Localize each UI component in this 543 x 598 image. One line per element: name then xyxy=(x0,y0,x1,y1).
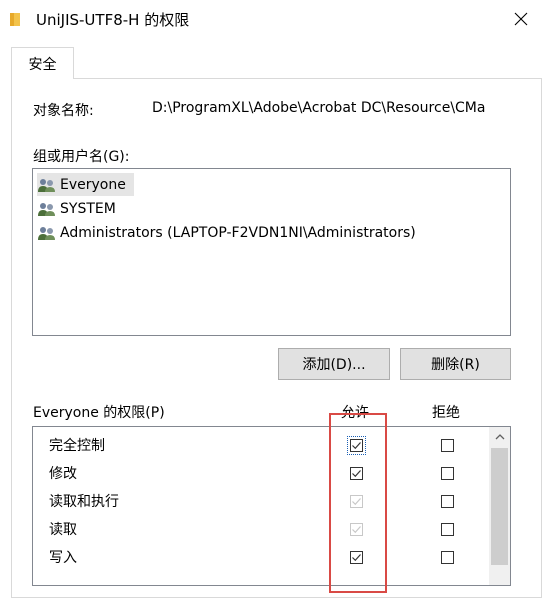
user-item-administrators[interactable]: Administrators (LAPTOP-F2VDN1NI\Administ… xyxy=(37,221,424,244)
folder-icon xyxy=(10,11,24,27)
permission-row-read: 读取 xyxy=(33,515,491,543)
group-list-label: 组或用户名(G): xyxy=(33,149,130,165)
permissions-label: Everyone 的权限(P) xyxy=(33,405,165,421)
remove-button[interactable]: 删除(R) xyxy=(400,348,511,380)
scroll-down-button[interactable] xyxy=(489,565,510,578)
users-icon xyxy=(38,178,55,192)
check-icon xyxy=(352,442,361,450)
object-path-value: D:\ProgramXL\Adobe\Acrobat DC\Resource\C… xyxy=(152,100,486,116)
permission-row-write: 写入 xyxy=(33,543,491,571)
add-button[interactable]: 添加(D)... xyxy=(278,348,390,380)
check-icon xyxy=(352,554,361,562)
permission-row-modify: 修改 xyxy=(33,459,491,487)
user-item-label: Everyone xyxy=(60,176,126,193)
object-name-label: 对象名称: xyxy=(33,103,94,119)
allow-read-execute-checkbox xyxy=(350,495,363,508)
permission-name: 修改 xyxy=(49,466,77,482)
allow-column-header: 允许 xyxy=(341,405,369,421)
close-icon xyxy=(514,12,528,26)
user-item-system[interactable]: SYSTEM xyxy=(37,197,124,220)
user-item-everyone[interactable]: Everyone xyxy=(37,173,134,196)
check-icon xyxy=(352,470,361,478)
check-icon xyxy=(352,526,361,534)
deny-write-checkbox[interactable] xyxy=(441,551,454,564)
deny-column-header: 拒绝 xyxy=(432,405,460,421)
permissions-list: 完全控制 修改 读取和执行 读取 写入 xyxy=(32,426,511,586)
permission-row-read-execute: 读取和执行 xyxy=(33,487,491,515)
close-button[interactable] xyxy=(503,4,539,34)
allow-write-checkbox[interactable] xyxy=(350,551,363,564)
deny-modify-checkbox[interactable] xyxy=(441,467,454,480)
allow-read-checkbox xyxy=(350,523,363,536)
allow-full-control-checkbox[interactable] xyxy=(347,436,366,455)
deny-read-execute-checkbox[interactable] xyxy=(441,495,454,508)
allow-modify-checkbox[interactable] xyxy=(350,467,363,480)
user-item-label: SYSTEM xyxy=(60,200,116,217)
deny-read-checkbox[interactable] xyxy=(441,523,454,536)
user-item-label: Administrators (LAPTOP-F2VDN1NI\Administ… xyxy=(60,224,416,241)
scroll-thumb[interactable] xyxy=(491,448,508,565)
users-icon xyxy=(38,202,55,216)
scroll-up-button[interactable] xyxy=(489,427,510,447)
window-title: UniJIS-UTF8-H 的权限 xyxy=(36,11,190,29)
permission-name: 写入 xyxy=(49,550,77,566)
permission-name: 读取和执行 xyxy=(49,494,119,510)
check-icon xyxy=(352,498,361,506)
deny-full-control-checkbox[interactable] xyxy=(441,439,454,452)
chevron-up-icon xyxy=(495,434,504,440)
permission-name: 完全控制 xyxy=(49,438,105,454)
user-list[interactable]: Everyone SYSTEM Administrators (LAPTOP-F… xyxy=(32,168,511,336)
permission-name: 读取 xyxy=(49,522,77,538)
tab-security[interactable]: 安全 xyxy=(11,47,74,79)
permission-row-full-control: 完全控制 xyxy=(33,431,491,459)
users-icon xyxy=(38,226,55,240)
